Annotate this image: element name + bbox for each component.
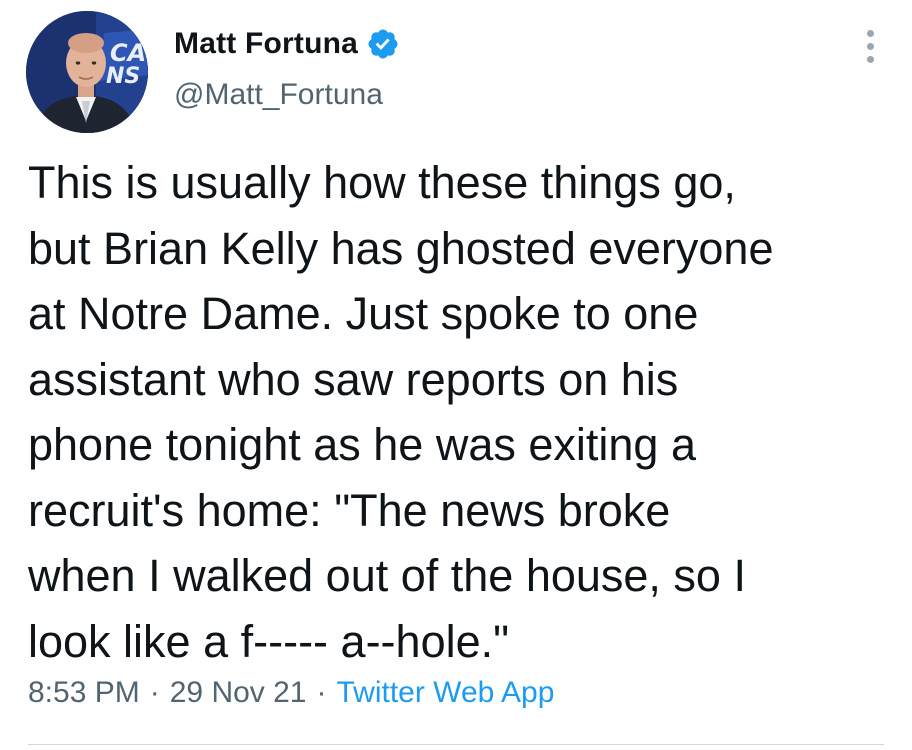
tweet-text-line: when I walked out of the house, so I bbox=[28, 550, 746, 601]
avatar-photo: CA NS bbox=[26, 11, 148, 133]
more-dot bbox=[866, 42, 874, 50]
tweet-date[interactable]: 29 Nov 21 bbox=[170, 676, 307, 709]
more-dot bbox=[866, 55, 874, 63]
avatar[interactable]: CA NS bbox=[26, 11, 148, 133]
author-display-name[interactable]: Matt Fortuna bbox=[174, 27, 358, 61]
svg-text:NS: NS bbox=[106, 64, 140, 89]
tweet-time[interactable]: 8:53 PM bbox=[28, 676, 140, 709]
tweet-meta: 8:53 PM · 29 Nov 21 · Twitter Web App bbox=[28, 676, 554, 710]
tweet-source-link[interactable]: Twitter Web App bbox=[337, 676, 555, 709]
more-options-icon[interactable] bbox=[850, 24, 890, 68]
author-handle[interactable]: @Matt_Fortuna bbox=[174, 78, 383, 112]
tweet-text-line: look like a f----- a--hole." bbox=[28, 615, 510, 667]
tweet-text-line: assistant who saw reports on his bbox=[28, 353, 679, 405]
author-name-row: Matt Fortuna bbox=[174, 24, 400, 64]
tweet-card: CA NS Matt Fortuna @Matt_Fortuna This is… bbox=[0, 0, 912, 750]
meta-separator: · bbox=[149, 676, 160, 709]
verified-badge-icon bbox=[368, 29, 398, 59]
more-dot bbox=[866, 29, 874, 37]
tweet-text-line: at Notre Dame. Just spoke to one bbox=[28, 288, 699, 339]
tweet-text-line: This is usually how these things go, bbox=[28, 157, 736, 208]
tweet-text: This is usually how these things go, but… bbox=[28, 150, 888, 674]
tweet-text-line: but Brian Kelly has ghosted everyone bbox=[28, 222, 774, 274]
tweet-text-line: recruit's home: "The news broke bbox=[28, 484, 671, 536]
tweet-text-line: phone tonight as he was exiting a bbox=[28, 419, 696, 470]
svg-text:CA: CA bbox=[110, 39, 146, 67]
divider bbox=[28, 744, 884, 745]
meta-separator: · bbox=[316, 676, 327, 709]
